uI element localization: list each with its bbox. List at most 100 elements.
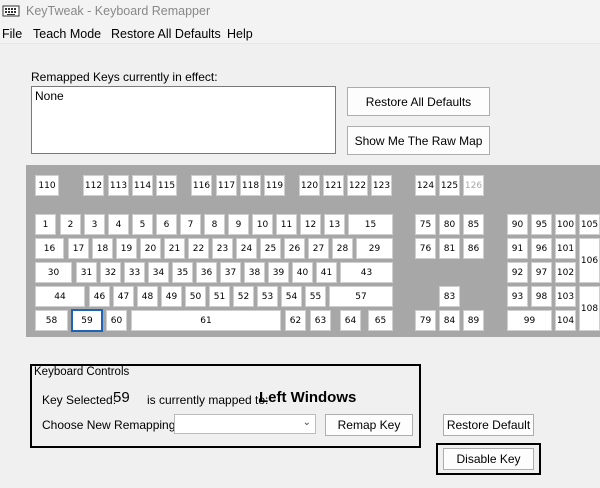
key-120[interactable]: 120 <box>299 175 320 196</box>
key-21[interactable]: 21 <box>164 238 185 259</box>
key-117[interactable]: 117 <box>216 175 237 196</box>
key-15[interactable]: 15 <box>348 214 393 235</box>
key-4[interactable]: 4 <box>108 214 129 235</box>
key-3[interactable]: 3 <box>84 214 105 235</box>
key-55[interactable]: 55 <box>305 286 326 307</box>
key-85[interactable]: 85 <box>463 214 484 235</box>
key-121[interactable]: 121 <box>323 175 344 196</box>
restore-all-defaults-button[interactable]: Restore All Defaults <box>347 87 490 116</box>
key-54[interactable]: 54 <box>281 286 302 307</box>
key-25[interactable]: 25 <box>260 238 281 259</box>
key-104[interactable]: 104 <box>555 310 576 331</box>
key-2[interactable]: 2 <box>60 214 81 235</box>
key-7[interactable]: 7 <box>180 214 201 235</box>
menu-teach-mode[interactable]: Teach Mode <box>33 27 101 41</box>
key-90[interactable]: 90 <box>507 214 528 235</box>
key-57[interactable]: 57 <box>329 286 393 307</box>
key-26[interactable]: 26 <box>284 238 305 259</box>
key-125[interactable]: 125 <box>439 175 460 196</box>
key-123[interactable]: 123 <box>371 175 392 196</box>
key-33[interactable]: 33 <box>124 262 145 283</box>
key-93[interactable]: 93 <box>507 286 528 307</box>
key-83[interactable]: 83 <box>439 286 460 307</box>
key-22[interactable]: 22 <box>188 238 209 259</box>
key-114[interactable]: 114 <box>132 175 153 196</box>
key-101[interactable]: 101 <box>555 238 576 259</box>
key-34[interactable]: 34 <box>148 262 169 283</box>
key-41[interactable]: 41 <box>316 262 337 283</box>
key-89[interactable]: 89 <box>463 310 484 331</box>
key-28[interactable]: 28 <box>332 238 353 259</box>
key-91[interactable]: 91 <box>507 238 528 259</box>
key-43[interactable]: 43 <box>340 262 393 283</box>
key-64[interactable]: 64 <box>340 310 361 331</box>
key-39[interactable]: 39 <box>268 262 289 283</box>
menu-help[interactable]: Help <box>227 27 253 41</box>
key-108[interactable]: 108 <box>579 286 600 331</box>
key-95[interactable]: 95 <box>531 214 552 235</box>
key-44[interactable]: 44 <box>35 286 85 307</box>
key-112[interactable]: 112 <box>83 175 104 196</box>
key-124[interactable]: 124 <box>415 175 436 196</box>
key-40[interactable]: 40 <box>292 262 313 283</box>
key-59[interactable]: 59 <box>71 309 103 332</box>
restore-default-button[interactable]: Restore Default <box>443 414 534 436</box>
key-13[interactable]: 13 <box>324 214 345 235</box>
key-49[interactable]: 49 <box>161 286 182 307</box>
key-18[interactable]: 18 <box>92 238 113 259</box>
remap-key-button[interactable]: Remap Key <box>325 414 413 436</box>
key-27[interactable]: 27 <box>308 238 329 259</box>
key-115[interactable]: 115 <box>156 175 177 196</box>
chevron-down-icon[interactable]: ⌄ <box>303 417 311 428</box>
key-81[interactable]: 81 <box>439 238 460 259</box>
key-99[interactable]: 99 <box>507 310 552 331</box>
key-75[interactable]: 75 <box>415 214 436 235</box>
key-58[interactable]: 58 <box>35 310 68 331</box>
key-62[interactable]: 62 <box>285 310 306 331</box>
key-65[interactable]: 65 <box>368 310 393 331</box>
key-96[interactable]: 96 <box>531 238 552 259</box>
key-47[interactable]: 47 <box>113 286 134 307</box>
key-60[interactable]: 60 <box>106 310 127 331</box>
disable-key-button[interactable]: Disable Key <box>443 448 534 470</box>
key-50[interactable]: 50 <box>185 286 206 307</box>
key-92[interactable]: 92 <box>507 262 528 283</box>
key-51[interactable]: 51 <box>209 286 230 307</box>
key-106[interactable]: 106 <box>579 238 600 283</box>
key-126[interactable]: 126 <box>463 175 484 196</box>
remapping-combo[interactable]: ⌄ <box>174 414 316 434</box>
key-9[interactable]: 9 <box>228 214 249 235</box>
key-16[interactable]: 16 <box>35 238 64 259</box>
menu-restore-all-defaults[interactable]: Restore All Defaults <box>111 27 221 41</box>
key-86[interactable]: 86 <box>463 238 484 259</box>
key-52[interactable]: 52 <box>233 286 254 307</box>
key-119[interactable]: 119 <box>264 175 285 196</box>
key-38[interactable]: 38 <box>244 262 265 283</box>
key-1[interactable]: 1 <box>35 214 56 235</box>
key-100[interactable]: 100 <box>555 214 576 235</box>
key-35[interactable]: 35 <box>172 262 193 283</box>
key-31[interactable]: 31 <box>76 262 97 283</box>
key-102[interactable]: 102 <box>555 262 576 283</box>
key-17[interactable]: 17 <box>68 238 89 259</box>
key-30[interactable]: 30 <box>35 262 72 283</box>
key-110[interactable]: 110 <box>35 175 59 196</box>
key-103[interactable]: 103 <box>555 286 576 307</box>
key-20[interactable]: 20 <box>140 238 161 259</box>
key-61[interactable]: 61 <box>131 310 281 331</box>
key-118[interactable]: 118 <box>240 175 261 196</box>
key-53[interactable]: 53 <box>257 286 278 307</box>
key-36[interactable]: 36 <box>196 262 217 283</box>
key-29[interactable]: 29 <box>356 238 393 259</box>
key-24[interactable]: 24 <box>236 238 257 259</box>
key-23[interactable]: 23 <box>212 238 233 259</box>
key-116[interactable]: 116 <box>191 175 212 196</box>
key-6[interactable]: 6 <box>156 214 177 235</box>
key-12[interactable]: 12 <box>300 214 321 235</box>
key-105[interactable]: 105 <box>579 214 600 235</box>
key-80[interactable]: 80 <box>439 214 460 235</box>
key-84[interactable]: 84 <box>439 310 460 331</box>
key-5[interactable]: 5 <box>132 214 153 235</box>
key-98[interactable]: 98 <box>531 286 552 307</box>
key-113[interactable]: 113 <box>108 175 129 196</box>
